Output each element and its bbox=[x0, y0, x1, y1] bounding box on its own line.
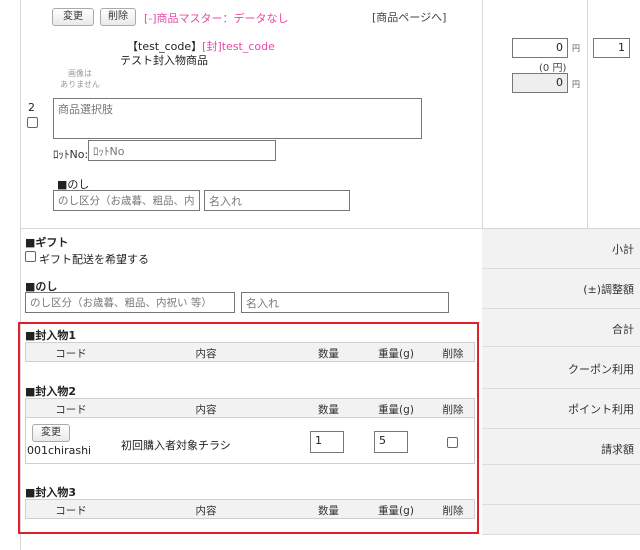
gift-checkbox-label: ギフト配送を希望する bbox=[39, 253, 149, 266]
enclosure3-title: ■封入物3 bbox=[25, 486, 77, 499]
option-textarea[interactable]: 商品選択肢 bbox=[53, 98, 422, 139]
grid-line bbox=[482, 0, 483, 230]
header-delete: 削除 bbox=[442, 348, 464, 360]
summary-total: 合計 bbox=[482, 309, 640, 347]
summary-empty-cell bbox=[482, 465, 640, 505]
grid-line bbox=[587, 0, 588, 230]
price-input[interactable]: 0 bbox=[512, 38, 568, 58]
enclosure-weight-input[interactable]: 5 bbox=[374, 431, 408, 453]
enclosure2-title: ■封入物2 bbox=[25, 385, 77, 398]
header-code: コード bbox=[55, 348, 87, 360]
quantity-input[interactable]: 1 bbox=[593, 38, 630, 58]
amount-yen: 円 bbox=[572, 80, 580, 89]
name-input[interactable]: 名入れ bbox=[204, 190, 350, 211]
product-master-link[interactable]: [-]商品マスター：データなし bbox=[144, 10, 289, 26]
product-enclosure-code: [封]test_code bbox=[202, 40, 275, 53]
enclosure-content: 初回購入者対象チラシ bbox=[121, 439, 231, 452]
header-weight: 重量(g) bbox=[378, 505, 414, 517]
header-code: コード bbox=[55, 404, 87, 416]
lot-input[interactable]: ﾛｯﾄNo bbox=[88, 140, 276, 161]
header-qty: 数量 bbox=[318, 505, 339, 517]
gift-title: ■ギフト bbox=[25, 236, 69, 249]
row-number: 2 bbox=[28, 101, 35, 114]
product-page-link[interactable]: [商品ページへ] bbox=[372, 9, 446, 25]
summary-empty-cell bbox=[482, 505, 640, 535]
enclosure3-header: コード 内容 数量 重量(g) 削除 bbox=[25, 499, 475, 519]
gift-checkbox[interactable] bbox=[25, 251, 36, 262]
product-name: テスト封入物商品 bbox=[120, 54, 208, 67]
enclosure1-header: コード 内容 数量 重量(g) 削除 bbox=[25, 342, 475, 362]
amount-readonly: 0 bbox=[512, 73, 568, 93]
header-weight: 重量(g) bbox=[378, 404, 414, 416]
noshi-section-input[interactable]: のし区分（お歳暮、粗品、内祝い 等） bbox=[25, 292, 235, 313]
noshi-input[interactable]: のし区分（お歳暮、粗品、内 bbox=[53, 190, 200, 211]
header-code: コード bbox=[55, 505, 87, 517]
no-image-placeholder: 画像は ありません bbox=[60, 69, 100, 89]
enclosure-change-button[interactable]: 変更 bbox=[32, 424, 70, 442]
header-content: 内容 bbox=[195, 505, 217, 517]
enclosure1-title: ■封入物1 bbox=[25, 329, 77, 342]
header-qty: 数量 bbox=[318, 404, 339, 416]
summary-point: ポイント利用 bbox=[482, 389, 640, 429]
lot-label: ﾛｯﾄNo: bbox=[53, 148, 89, 161]
summary-subtotal: 小計 bbox=[482, 229, 640, 269]
header-weight: 重量(g) bbox=[378, 348, 414, 360]
header-content: 内容 bbox=[195, 404, 217, 416]
summary-billing: 請求額 bbox=[482, 429, 640, 465]
summary-adjustment: (±)調整額 bbox=[482, 269, 640, 309]
change-button[interactable]: 変更 bbox=[52, 8, 94, 26]
noshi-name-input[interactable]: 名入れ bbox=[241, 292, 449, 313]
header-content: 内容 bbox=[195, 348, 217, 360]
header-delete: 削除 bbox=[442, 505, 464, 517]
row-select-checkbox[interactable] bbox=[27, 117, 38, 128]
enclosure-code: 001chirashi bbox=[27, 444, 92, 457]
header-delete: 削除 bbox=[442, 404, 464, 416]
header-qty: 数量 bbox=[318, 348, 339, 360]
enclosure-qty-input[interactable]: 1 bbox=[310, 431, 344, 453]
price-yen: 円 bbox=[572, 44, 580, 53]
summary-coupon: クーポン利用 bbox=[482, 347, 640, 389]
delete-button[interactable]: 削除 bbox=[100, 8, 136, 26]
enclosure2-header: コード 内容 数量 重量(g) 削除 bbox=[25, 398, 475, 418]
enclosure-delete-checkbox[interactable] bbox=[447, 437, 458, 448]
price-tax: (0 円) bbox=[539, 63, 567, 74]
